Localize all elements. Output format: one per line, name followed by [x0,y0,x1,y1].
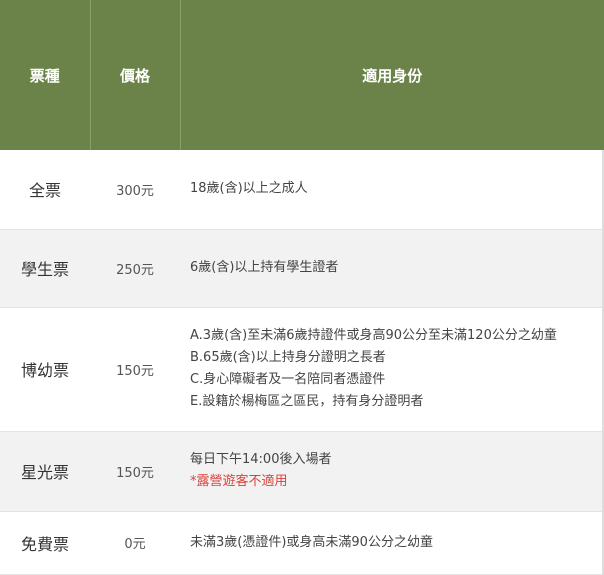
ticket-price-table: 票種 價格 適用身份 全票 300元 18歲(含)以上之成人 學生票 250元 … [0,0,604,575]
ticket-price: 250元 [90,229,180,308]
header-price: 價格 [90,0,181,150]
table-row: 全票 300元 18歲(含)以上之成人 [0,150,604,230]
table-row: 學生票 250元 6歲(含)以上持有學生證者 [0,229,604,308]
ticket-type: 博幼票 [0,307,90,432]
eligibility-line: B.65歲(含)以上持身分證明之長者 [190,350,386,365]
table-header-row: 票種 價格 適用身份 [0,0,604,150]
ticket-price: 150元 [90,431,180,512]
eligibility: 18歲(含)以上之成人 [180,150,604,230]
ticket-price: 300元 [90,150,180,230]
ticket-price: 150元 [90,307,180,432]
ticket-type: 星光票 [0,431,90,512]
table-row: 免費票 0元 未滿3歲(憑證件)或身高未滿90公分之幼童 [0,511,604,575]
eligibility-note: *露營遊客不適用 [190,474,288,489]
ticket-type: 全票 [0,150,90,230]
eligibility-line: 未滿3歲(憑證件)或身高未滿90公分之幼童 [190,534,433,550]
eligibility: 6歲(含)以上持有學生證者 [180,229,604,308]
eligibility: 未滿3歲(憑證件)或身高未滿90公分之幼童 [180,511,604,575]
table-row: 星光票 150元 每日下午14:00後入場者 *露營遊客不適用 [0,431,604,512]
eligibility-line: 每日下午14:00後入場者 [190,452,332,467]
header-eligibility: 適用身份 [180,0,604,150]
eligibility: 每日下午14:00後入場者 *露營遊客不適用 [180,431,604,512]
ticket-type: 免費票 [0,511,90,575]
eligibility-line: 18歲(含)以上之成人 [190,181,308,197]
eligibility-line: A.3歲(含)至未滿6歲持證件或身高90公分至未滿120公分之幼童 [190,328,557,343]
ticket-type: 學生票 [0,229,90,308]
header-ticket-type: 票種 [0,0,91,150]
ticket-price: 0元 [90,511,180,575]
table-row: 博幼票 150元 A.3歲(含)至未滿6歲持證件或身高90公分至未滿120公分之… [0,307,604,432]
eligibility-line: C.身心障礙者及一名陪同者憑證件 [190,372,386,387]
eligibility-line: E.設籍於楊梅區之區民，持有身分證明者 [190,394,424,409]
eligibility: A.3歲(含)至未滿6歲持證件或身高90公分至未滿120公分之幼童 B.65歲(… [180,307,604,432]
eligibility-line: 6歲(含)以上持有學生證者 [190,260,339,275]
